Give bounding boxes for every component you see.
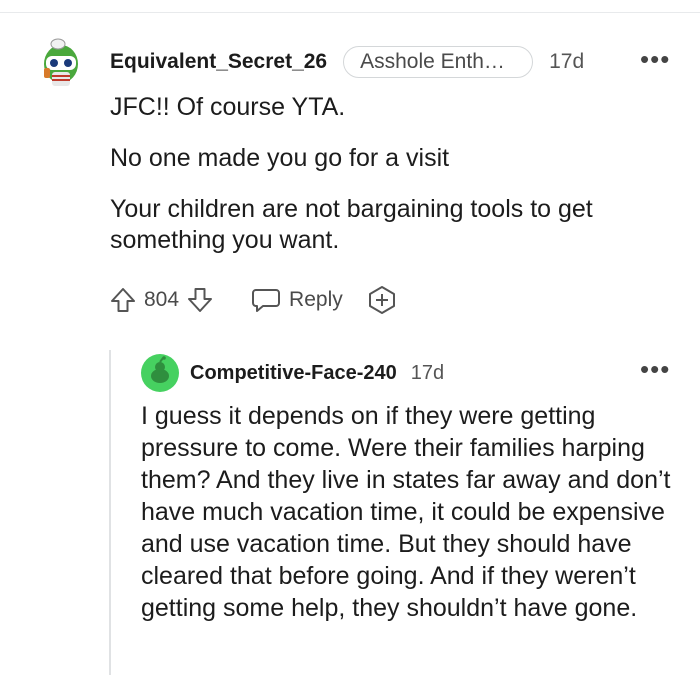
top-divider: [0, 12, 700, 13]
user-avatar[interactable]: [38, 34, 84, 92]
reply-label: Reply: [289, 288, 343, 311]
vote-score: 804: [144, 288, 180, 311]
reply-age: 17d: [410, 361, 445, 384]
reply-header: Competitive-Face-240 17d: [190, 358, 444, 388]
comment-body: JFC!! Of course YTA. No one made you go …: [110, 92, 670, 276]
upvote-icon[interactable]: [108, 285, 138, 315]
comment-paragraph: Your children are not bargaining tools t…: [110, 195, 593, 254]
reply-user-avatar[interactable]: [141, 354, 179, 392]
chat-bubble-icon: [251, 285, 281, 315]
reply-more-options-icon[interactable]: •••: [640, 356, 670, 382]
award-plus-icon: [367, 285, 397, 315]
reply-username[interactable]: Competitive-Face-240: [190, 362, 397, 385]
username[interactable]: Equivalent_Secret_26: [110, 50, 327, 74]
comment-paragraph: JFC!! Of course YTA.: [110, 93, 346, 121]
downvote-icon[interactable]: [185, 285, 215, 315]
reply-button[interactable]: Reply: [251, 285, 343, 315]
comment-age: 17d: [549, 50, 585, 73]
comment-paragraph: No one made you go for a visit: [110, 144, 450, 172]
user-flair: Asshole Enthusi...: [343, 46, 534, 78]
thread-line[interactable]: [109, 350, 111, 675]
award-button[interactable]: [367, 285, 397, 315]
comment-header: Equivalent_Secret_26 Asshole Enthusi... …: [110, 46, 670, 78]
more-options-icon[interactable]: •••: [640, 46, 670, 72]
reply-body: I guess it depends on if they were getti…: [141, 402, 671, 622]
comment-actions: 804 Reply: [108, 282, 397, 318]
